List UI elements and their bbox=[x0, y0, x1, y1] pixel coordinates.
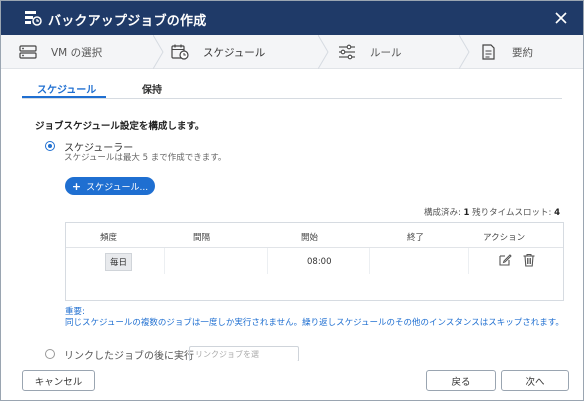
slots-configured-value: 1 bbox=[463, 208, 470, 218]
step-rules: ルール bbox=[338, 35, 402, 69]
important-note: 重要: 同じスケジュールの複数のジョブは一度しか実行されません。繰り返しスケジュ… bbox=[65, 307, 565, 329]
step-chevron-icon bbox=[153, 35, 164, 69]
step-vm-select: VM の選択 bbox=[19, 35, 102, 69]
slot-summary: 構成済み: 1 残りタイムスロット: 4 bbox=[424, 206, 560, 218]
cancel-button[interactable]: キャンセル bbox=[22, 370, 95, 391]
step-chevron-icon bbox=[318, 35, 329, 69]
calendar-clock-icon bbox=[171, 44, 189, 60]
column-header: 頻度 bbox=[100, 233, 118, 243]
close-icon[interactable] bbox=[553, 10, 569, 26]
step-summary: 要約 bbox=[480, 35, 533, 69]
sliders-icon bbox=[339, 44, 355, 60]
slots-remaining-label: 残りタイムスロット: bbox=[472, 208, 552, 218]
step-chevron-icon bbox=[459, 35, 470, 69]
linked-job-select[interactable]: リンクジョブを選 bbox=[189, 346, 299, 362]
scheduler-description: スケジュールは最大 5 まで作成できます。 bbox=[64, 153, 227, 163]
tab-bar: スケジュール 保持 bbox=[22, 79, 562, 99]
delete-icon[interactable] bbox=[522, 253, 536, 267]
table-header: 頻度 間隔 開始 終了 アクション bbox=[66, 223, 563, 248]
step-label: 要約 bbox=[512, 46, 533, 59]
linked-job-radio[interactable] bbox=[45, 349, 55, 359]
back-button[interactable]: 戻る bbox=[426, 370, 496, 391]
column-header: 終了 bbox=[407, 233, 425, 243]
document-icon bbox=[482, 44, 495, 60]
column-header: アクション bbox=[483, 233, 526, 243]
dialog-title: バックアップジョブの作成 bbox=[48, 14, 207, 29]
scheduler-radio[interactable] bbox=[45, 141, 55, 151]
note-text: 同じスケジュールの複数のジョブは一度しか実行されません。繰り返しスケジュールのそ… bbox=[65, 318, 564, 328]
next-button[interactable]: 次へ bbox=[501, 370, 569, 391]
step-label: VM の選択 bbox=[51, 46, 103, 59]
server-icon bbox=[19, 45, 37, 59]
add-schedule-label: スケジュール... bbox=[86, 182, 149, 193]
backup-app-icon bbox=[25, 11, 42, 26]
add-schedule-button[interactable]: + スケジュール... bbox=[65, 177, 155, 195]
slots-remaining-value: 4 bbox=[554, 208, 560, 218]
plus-icon: + bbox=[71, 179, 82, 193]
tab-schedule[interactable]: スケジュール bbox=[37, 81, 96, 96]
linked-job-label: リンクしたジョブの後に実行 bbox=[64, 351, 194, 362]
edit-icon[interactable] bbox=[498, 253, 512, 267]
active-tab-indicator bbox=[22, 96, 106, 98]
section-heading: ジョブスケジュール設定を構成します。 bbox=[35, 121, 205, 132]
column-header: 間隔 bbox=[193, 233, 211, 243]
tab-retention[interactable]: 保持 bbox=[142, 81, 162, 96]
slots-configured-label: 構成済み: bbox=[423, 208, 461, 218]
note-title: 重要: bbox=[65, 307, 85, 317]
wizard-steps: VM の選択 スケジュール ルール 要約 bbox=[1, 35, 583, 69]
column-header: 開始 bbox=[301, 233, 319, 243]
step-label: ルール bbox=[370, 46, 402, 59]
backup-job-dialog: バックアップジョブの作成 VM の選択 スケジュール ルール 要約 スケジュール… bbox=[0, 0, 584, 401]
schedule-table: 頻度 間隔 開始 終了 アクション 毎日 08:00 bbox=[65, 222, 564, 301]
start-time: 08:00 bbox=[307, 257, 332, 267]
step-schedule: スケジュール bbox=[171, 35, 265, 69]
frequency-badge: 毎日 bbox=[105, 253, 133, 271]
dialog-footer: キャンセル 戻る 次へ bbox=[1, 361, 583, 400]
step-label: スケジュール bbox=[203, 46, 266, 59]
linked-job-placeholder: リンクジョブを選 bbox=[195, 350, 259, 359]
title-bar: バックアップジョブの作成 bbox=[1, 1, 583, 35]
table-row[interactable]: 毎日 08:00 bbox=[66, 248, 563, 274]
